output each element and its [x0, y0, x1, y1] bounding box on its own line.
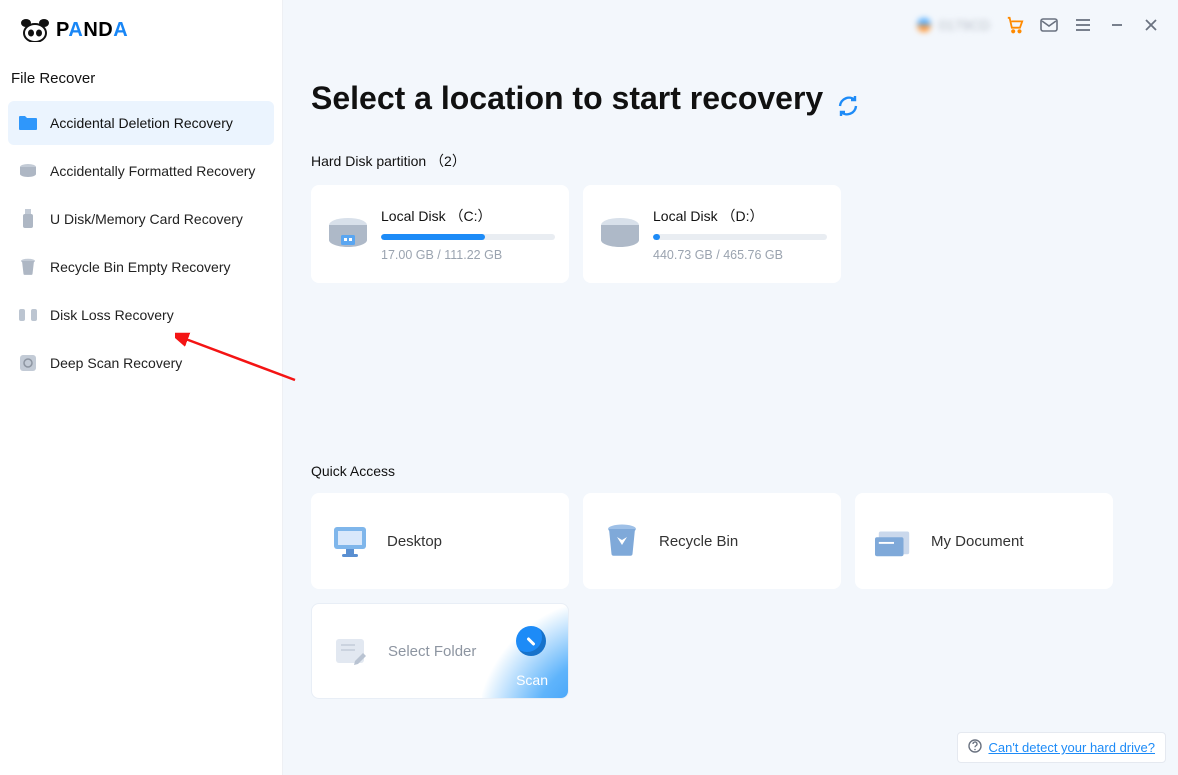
quick-card-label: Desktop: [387, 533, 442, 550]
refresh-icon[interactable]: [837, 88, 859, 110]
sidebar-item-label: Disk Loss Recovery: [50, 307, 174, 323]
quick-section-label: Quick Access: [311, 463, 1150, 479]
bin-icon: [603, 522, 641, 560]
sidebar-item-recycle[interactable]: Recycle Bin Empty Recovery: [8, 245, 274, 289]
user-id: 0179CD: [917, 17, 990, 33]
partition-card-c[interactable]: Local Disk （C:） 17.00 GB / 111.22 GB: [311, 185, 569, 283]
partition-section-label: Hard Disk partition （2）: [311, 151, 1150, 171]
quick-card-my-document[interactable]: My Document: [855, 493, 1113, 589]
quick-access-list: Desktop Recycle Bin My Document: [311, 493, 1150, 589]
select-folder-label: Select Folder: [388, 643, 476, 660]
partition-size: 440.73 GB / 465.76 GB: [653, 248, 827, 262]
deepscan-icon: [18, 353, 38, 373]
quick-card-label: Recycle Bin: [659, 533, 738, 550]
cart-icon[interactable]: [1006, 16, 1024, 34]
sidebar: PANDA File Recover Accidental Deletion R…: [0, 0, 283, 775]
help-icon: [968, 739, 982, 756]
usb-icon: [18, 209, 38, 229]
sidebar-title: File Recover: [0, 70, 282, 101]
sidebar-item-label: U Disk/Memory Card Recovery: [50, 211, 243, 227]
logo: PANDA: [0, 0, 282, 70]
sidebar-item-accidental-deletion[interactable]: Accidental Deletion Recovery: [8, 101, 274, 145]
sidebar-item-formatted[interactable]: Accidentally Formatted Recovery: [8, 149, 274, 193]
sidebar-item-deep-scan[interactable]: Deep Scan Recovery: [8, 341, 274, 385]
scan-text: Scan: [516, 672, 548, 688]
sidebar-item-disk-loss[interactable]: Disk Loss Recovery: [8, 293, 274, 337]
partition-bar-fill: [381, 234, 485, 240]
sidebar-item-label: Accidentally Formatted Recovery: [50, 163, 255, 179]
scan-badge-icon: [516, 626, 546, 656]
sidebar-nav: Accidental Deletion Recovery Accidentall…: [0, 101, 282, 385]
help-link-text[interactable]: Can't detect your hard drive?: [988, 740, 1155, 755]
select-folder-card[interactable]: Select Folder Scan: [311, 603, 569, 699]
minimize-icon[interactable]: [1108, 16, 1126, 34]
document-icon: [875, 522, 913, 560]
partition-name: Local Disk （D:）: [653, 206, 827, 226]
user-avatar-icon: [917, 18, 931, 32]
help-link[interactable]: Can't detect your hard drive?: [957, 732, 1166, 763]
partition-bar: [381, 234, 555, 240]
partition-bar-fill: [653, 234, 660, 240]
desktop-icon: [331, 522, 369, 560]
main-area: 0179CD Select a location to start recove…: [283, 0, 1178, 775]
logo-text: PANDA: [56, 19, 128, 42]
sidebar-item-label: Deep Scan Recovery: [50, 355, 182, 371]
page-title: Select a location to start recovery: [311, 80, 1150, 117]
sidebar-item-usb[interactable]: U Disk/Memory Card Recovery: [8, 197, 274, 241]
panda-logo-icon: [20, 18, 50, 42]
close-icon[interactable]: [1142, 16, 1160, 34]
partition-name: Local Disk （C:）: [381, 206, 555, 226]
partition-bar: [653, 234, 827, 240]
quick-card-recycle-bin[interactable]: Recycle Bin: [583, 493, 841, 589]
mail-icon[interactable]: [1040, 16, 1058, 34]
folder-icon: [18, 113, 38, 133]
trash-icon: [18, 257, 38, 277]
sidebar-item-label: Accidental Deletion Recovery: [50, 115, 233, 131]
partition-size: 17.00 GB / 111.22 GB: [381, 248, 555, 262]
page-title-text: Select a location to start recovery: [311, 80, 823, 117]
quick-card-label: My Document: [931, 533, 1024, 550]
window-header: 0179CD: [311, 0, 1160, 50]
partition-icon: [18, 305, 38, 325]
drive-icon: [597, 211, 643, 257]
user-id-text: 0179CD: [939, 17, 990, 33]
folder-edit-icon: [332, 632, 370, 670]
quick-card-desktop[interactable]: Desktop: [311, 493, 569, 589]
partition-card-d[interactable]: Local Disk （D:） 440.73 GB / 465.76 GB: [583, 185, 841, 283]
menu-icon[interactable]: [1074, 16, 1092, 34]
sidebar-item-label: Recycle Bin Empty Recovery: [50, 259, 231, 275]
partition-list: Local Disk （C:） 17.00 GB / 111.22 GB Loc…: [311, 185, 1150, 283]
drive-icon: [325, 211, 371, 257]
drive-gray-icon: [18, 161, 38, 181]
